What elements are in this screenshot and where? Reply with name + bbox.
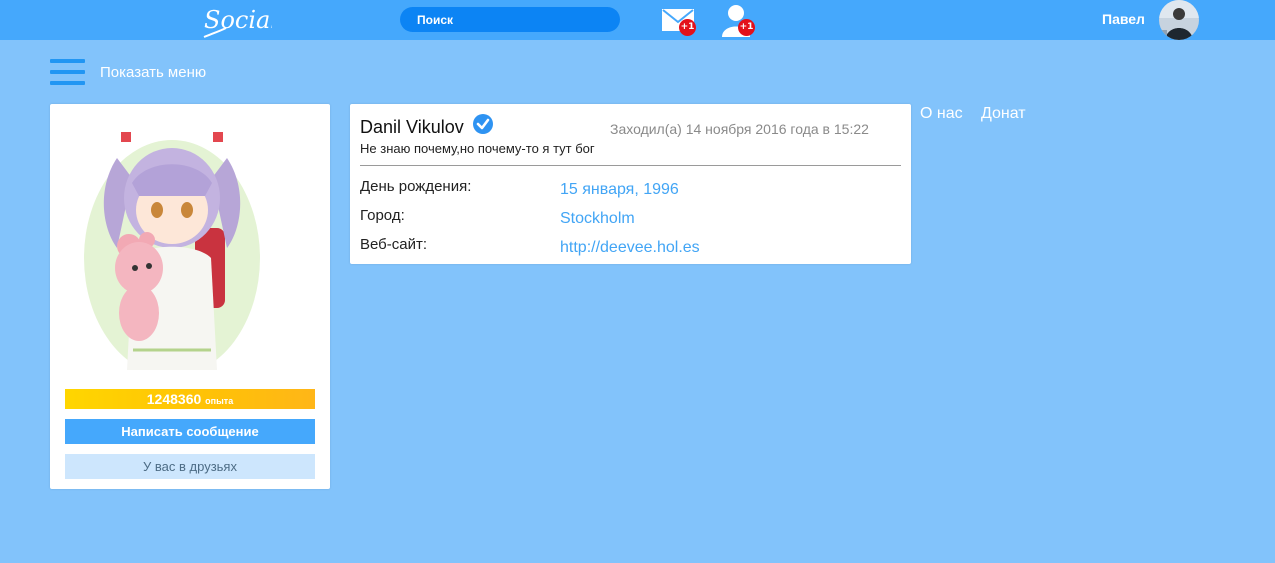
profile-info-card: Danil Vikulov Заходил(а) 14 ноября 2016 …: [350, 104, 911, 264]
donate-link[interactable]: Донат: [981, 105, 1026, 123]
profile-name: Danil Vikulov: [360, 117, 464, 137]
search-input[interactable]: [400, 7, 620, 32]
show-menu-label: Показать меню: [100, 63, 207, 81]
messages-button[interactable]: +1: [660, 3, 700, 37]
about-link[interactable]: О нас: [920, 105, 963, 123]
website-label: Веб-сайт:: [360, 236, 428, 253]
friend-status-button[interactable]: У вас в друзьях: [65, 454, 315, 479]
current-user-name[interactable]: Павел: [1102, 11, 1145, 27]
show-menu-button[interactable]: Показать меню: [50, 59, 206, 85]
friend-requests-button[interactable]: +1: [718, 3, 758, 37]
logo-icon[interactable]: Social: [200, 1, 272, 39]
top-bar: Social +1 +1 Павел: [0, 0, 1275, 40]
avatar[interactable]: [1159, 0, 1199, 40]
verified-icon: [473, 114, 493, 134]
experience-bar: 1248360 опыта: [65, 389, 315, 409]
mail-badge: +1: [679, 19, 696, 36]
menu-icon: [50, 59, 85, 85]
birthday-label: День рождения:: [360, 178, 472, 195]
website-link[interactable]: http://deevee.hol.es: [560, 239, 700, 257]
city-label: Город:: [360, 207, 405, 224]
status-text: Не знаю почему,но почему-то я тут бог: [360, 141, 595, 156]
logo-text: Social: [204, 6, 272, 34]
profile-picture[interactable]: [77, 118, 267, 370]
divider: [360, 165, 901, 166]
city-value[interactable]: Stockholm: [560, 210, 635, 228]
avatar-photo: [1159, 0, 1199, 40]
send-message-button[interactable]: Написать сообщение: [65, 419, 315, 444]
birthday-value[interactable]: 15 января, 1996: [560, 181, 679, 199]
friends-badge: +1: [738, 19, 755, 36]
experience-value: 1248360: [146, 391, 202, 407]
profile-card: 1248360 опыта Написать сообщение У вас в…: [50, 104, 330, 489]
last-seen-text: Заходил(а) 14 ноября 2016 года в 15:22: [610, 121, 869, 137]
experience-unit: опыта: [205, 396, 234, 406]
